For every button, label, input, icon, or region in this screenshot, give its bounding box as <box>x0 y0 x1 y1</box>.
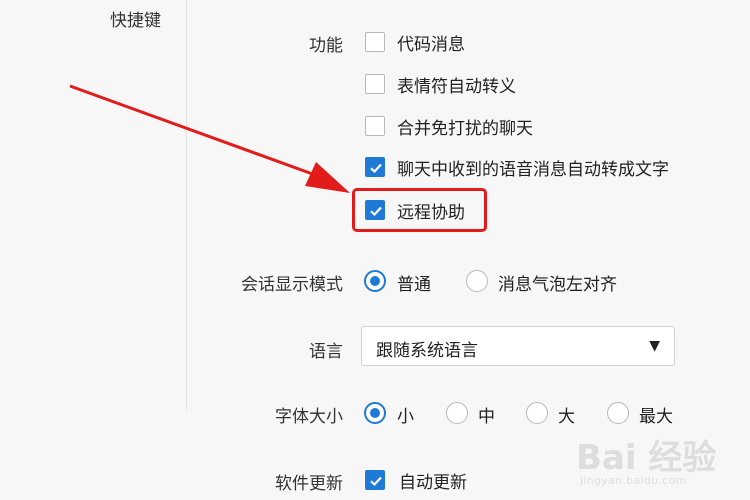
radio-font-large[interactable] <box>526 402 548 424</box>
option-label-font-medium[interactable]: 中 <box>478 402 495 427</box>
font-size-label: 字体大小 <box>275 407 343 427</box>
language-label: 语言 <box>309 342 343 362</box>
software-update-label: 软件更新 <box>275 474 343 494</box>
option-label-font-small[interactable]: 小 <box>397 402 414 427</box>
language-select-value: 跟随系统语言 <box>376 341 478 361</box>
option-label-auto-update[interactable]: 自动更新 <box>399 468 467 493</box>
option-label-font-xlarge[interactable]: 最大 <box>639 402 673 427</box>
annotation-arrow <box>69 84 350 193</box>
radio-font-small[interactable] <box>364 402 386 424</box>
checkbox-auto-update[interactable] <box>365 470 385 490</box>
check-icon <box>370 476 382 487</box>
radio-normal[interactable] <box>364 270 386 292</box>
language-select[interactable]: 跟随系统语言 ▼ <box>361 326 675 366</box>
display-mode-label: 会话显示模式 <box>241 275 343 295</box>
option-label-bubble-left[interactable]: 消息气泡左对齐 <box>498 270 617 295</box>
radio-font-xlarge[interactable] <box>607 402 629 424</box>
option-label-font-large[interactable]: 大 <box>558 402 575 427</box>
watermark-url: jingyan.baidu.com <box>580 474 687 487</box>
radio-bubble-left[interactable] <box>466 270 488 292</box>
watermark-brand: Bai 经验 <box>576 438 717 478</box>
radio-font-medium[interactable] <box>446 402 468 424</box>
chevron-down-icon[interactable]: ▼ <box>649 338 660 354</box>
option-label-normal[interactable]: 普通 <box>397 270 431 295</box>
baidu-jingyan-watermark: Bai 经验 jingyan.baidu.com <box>576 430 736 492</box>
